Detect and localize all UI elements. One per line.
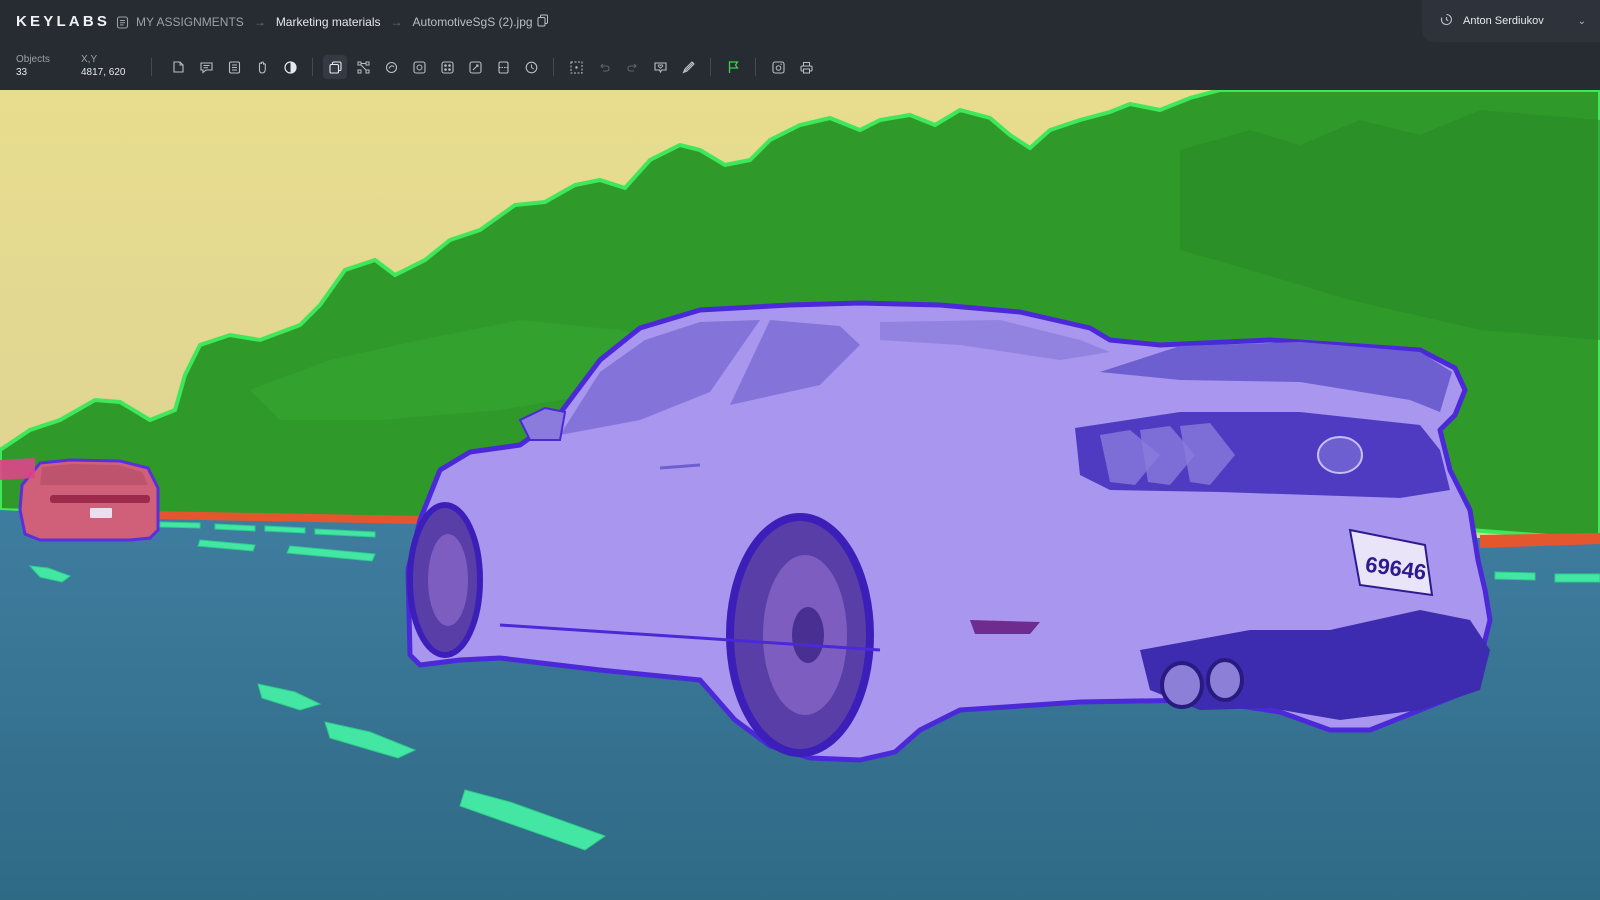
toolbar-separator bbox=[553, 58, 554, 76]
vertex-icon bbox=[357, 61, 369, 73]
redo-icon bbox=[626, 63, 637, 72]
layers-tool-button[interactable] bbox=[323, 55, 347, 79]
chevron-down-icon[interactable]: ⌄ bbox=[1578, 16, 1586, 27]
panel-tool-button[interactable] bbox=[491, 55, 515, 79]
app-logo[interactable]: KEYLABS bbox=[16, 13, 110, 30]
contrast-icon bbox=[283, 60, 297, 74]
breadcrumb-home[interactable]: MY ASSIGNMENTS bbox=[116, 15, 244, 29]
toolbar: Objects 33 X,Y 4817, 620 bbox=[0, 44, 1600, 90]
select-tool-button[interactable] bbox=[564, 55, 588, 79]
vertex-tool-button[interactable] bbox=[351, 55, 375, 79]
heart-icon bbox=[653, 61, 667, 73]
toolbar-separator bbox=[755, 58, 756, 76]
brush-tool-button[interactable] bbox=[463, 55, 487, 79]
ruler-icon bbox=[681, 60, 695, 74]
history-icon[interactable] bbox=[1440, 13, 1453, 29]
list-icon bbox=[228, 60, 240, 74]
undo-icon bbox=[599, 63, 610, 72]
segmented-image[interactable]: 69646 bbox=[0, 90, 1600, 900]
polygon-icon bbox=[172, 60, 184, 73]
flag-icon bbox=[728, 60, 739, 73]
comment-icon bbox=[199, 61, 213, 74]
breadcrumb-file-label: AutomotiveSgS (2).jpg bbox=[412, 15, 533, 29]
breadcrumb: MY ASSIGNMENTS → Marketing materials → A… bbox=[116, 14, 549, 30]
copy-icon[interactable] bbox=[537, 14, 549, 30]
hand-tool-button[interactable] bbox=[250, 55, 274, 79]
xy-label: X,Y bbox=[81, 54, 98, 65]
ruler-tool-button[interactable] bbox=[676, 55, 700, 79]
toolbar-separator bbox=[312, 58, 313, 76]
panel-icon bbox=[497, 60, 509, 74]
xy-value: 4817, 620 bbox=[81, 67, 126, 78]
annotation-canvas[interactable]: 69646 bbox=[0, 90, 1600, 900]
breadcrumb-home-label: MY ASSIGNMENTS bbox=[136, 15, 244, 29]
user-menu[interactable]: Anton Serdiukov ⌄ bbox=[1422, 0, 1600, 42]
screenshot-button[interactable] bbox=[766, 55, 790, 79]
breadcrumb-arrow-icon: → bbox=[390, 15, 403, 29]
magic-wand-tool-button[interactable] bbox=[379, 55, 403, 79]
hand-icon bbox=[258, 60, 266, 74]
heart-tool-button[interactable] bbox=[648, 55, 672, 79]
flag-button[interactable] bbox=[721, 55, 745, 79]
undo-button[interactable] bbox=[592, 55, 616, 79]
tool-buttons bbox=[166, 54, 822, 80]
objects-stat: Objects 33 bbox=[16, 53, 50, 79]
redo-button[interactable] bbox=[620, 55, 644, 79]
user-name: Anton Serdiukov bbox=[1463, 15, 1544, 27]
grid-tool-button[interactable] bbox=[435, 55, 459, 79]
camera-icon bbox=[771, 60, 785, 74]
cursor-coordinates: X,Y 4817, 620 bbox=[81, 53, 126, 79]
top-bar: KEYLABS MY ASSIGNMENTS → Marketing mater… bbox=[0, 0, 1600, 44]
layers-icon bbox=[328, 60, 342, 74]
brush-icon bbox=[468, 60, 482, 74]
comment-tool-button[interactable] bbox=[194, 55, 218, 79]
breadcrumb-arrow-icon: → bbox=[253, 15, 266, 29]
assignments-icon bbox=[116, 15, 129, 29]
annotation-app: KEYLABS MY ASSIGNMENTS → Marketing mater… bbox=[0, 0, 1600, 900]
toolbar-separator bbox=[710, 58, 711, 76]
far-car-segment[interactable] bbox=[0, 458, 160, 542]
breadcrumb-file: AutomotiveSgS (2).jpg bbox=[413, 14, 549, 30]
contrast-tool-button[interactable] bbox=[278, 55, 302, 79]
print-icon bbox=[799, 61, 813, 73]
magic-wand-icon bbox=[385, 61, 397, 73]
polygon-tool-button[interactable] bbox=[166, 55, 190, 79]
superpixel-tool-button[interactable] bbox=[407, 55, 431, 79]
select-icon bbox=[570, 61, 582, 73]
grid-icon bbox=[440, 60, 454, 74]
list-tool-button[interactable] bbox=[222, 55, 246, 79]
superpixel-icon bbox=[412, 60, 426, 74]
breadcrumb-project[interactable]: Marketing materials bbox=[276, 15, 381, 29]
clock-tool-button[interactable] bbox=[519, 55, 543, 79]
objects-label: Objects bbox=[16, 54, 50, 65]
toolbar-divider bbox=[151, 58, 152, 76]
print-button[interactable] bbox=[794, 55, 818, 79]
objects-count: 33 bbox=[16, 67, 28, 78]
clock-icon bbox=[525, 61, 537, 73]
